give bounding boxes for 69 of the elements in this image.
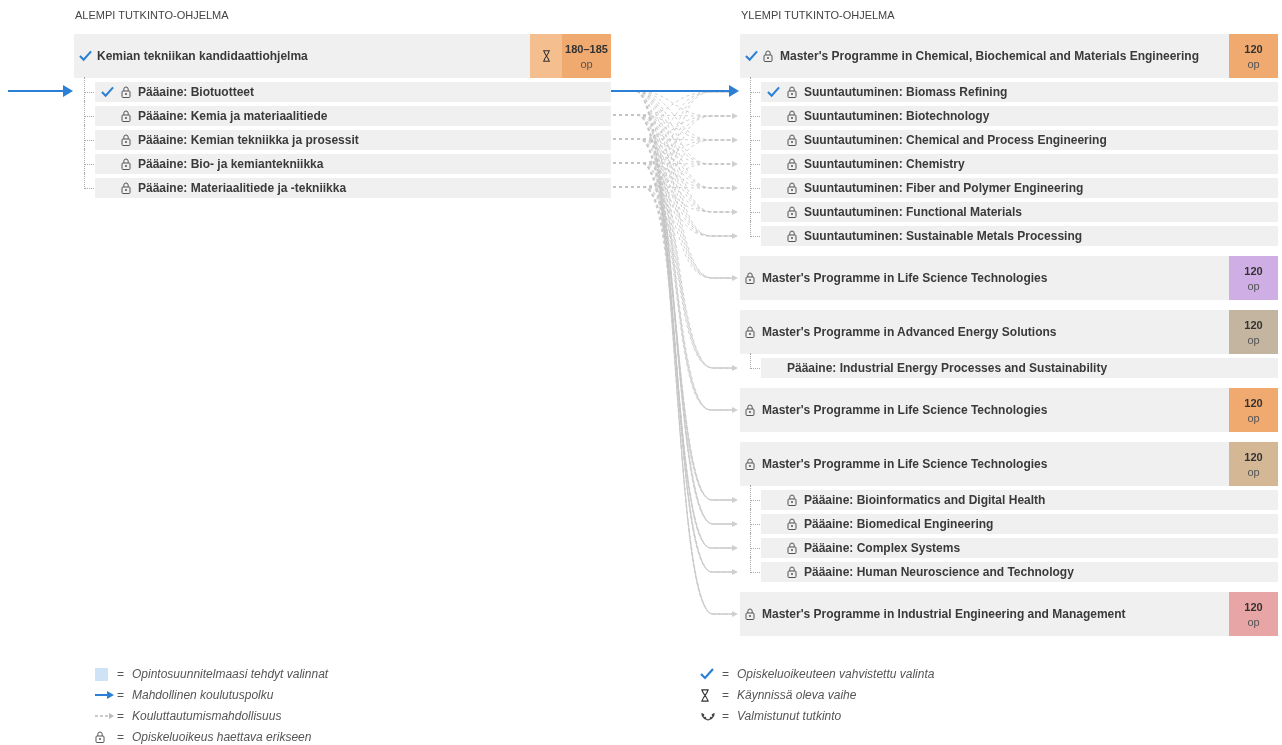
specialisation-label: Suuntautuminen: Chemical and Process Engineering: [804, 133, 1107, 147]
legend-text: Mahdollinen koulutuspolku: [132, 688, 274, 702]
specialisation-label: Suuntautuminen: Biotechnology: [804, 109, 990, 123]
credits-value: 120: [1244, 395, 1263, 411]
programme-header[interactable]: Master's Programme in Chemical, Biochemical and Materials Engineering 120 op: [740, 34, 1278, 78]
credits-value: 180–185: [565, 41, 608, 57]
programme-title: Master's Programme in Life Science Technologies: [762, 271, 1049, 285]
programme-header[interactable]: Master's Programme in Industrial Engineering and Management 120 op: [740, 592, 1278, 636]
major-label: Pääaine: Biotuotteet: [138, 85, 254, 99]
lock-icon: [95, 731, 105, 743]
path-arrow: [7, 85, 73, 97]
specialisation-label: Pääaine: Bioinformatics and Digital Health: [804, 493, 1046, 507]
specialisation-label: Suuntautuminen: Functional Materials: [804, 205, 1022, 219]
programme-header[interactable]: Master's Programme in Life Science Technologies 120 op: [740, 256, 1278, 300]
hourglass-icon: [541, 50, 551, 62]
specialisation-label: Pääaine: Human Neuroscience and Technology: [804, 565, 1074, 579]
credits-unit: op: [1247, 464, 1260, 479]
major-label: Pääaine: Kemia ja materiaalitiede: [138, 109, 328, 123]
equals-sign: =: [117, 709, 124, 723]
legend-text: Kouluttautumismahdollisuus: [132, 709, 282, 723]
arrow-icon: [95, 690, 115, 700]
credits-unit: op: [580, 56, 593, 71]
specialisation-label: Suuntautuminen: Sustainable Metals Processing: [804, 229, 1083, 243]
legend-text: Opintosuunnitelmaasi tehdyt valinnat: [132, 667, 329, 681]
equals-sign: =: [117, 688, 124, 702]
programme-title: Master's Programme in Advanced Energy Solutions: [762, 325, 1058, 339]
credits-unit: op: [1247, 614, 1260, 629]
specialisation-label: Pääaine: Complex Systems: [804, 541, 961, 555]
specialisation-label: Pääaine: Biomedical Engineering: [804, 517, 994, 531]
credits-value: 120: [1244, 41, 1263, 57]
major-label: Pääaine: Bio- ja kemiantekniikka: [138, 157, 324, 171]
specialisation-label: Suuntautuminen: Fiber and Polymer Engineering: [804, 181, 1084, 195]
programme-header[interactable]: Master's Programme in Life Science Technologies 120 op: [740, 388, 1278, 432]
dashed-arrow-icon: [95, 711, 115, 721]
hourglass-icon: [700, 688, 710, 702]
programme-header[interactable]: Kemian tekniikan kandidaattiohjelma 180–185 op: [74, 34, 611, 78]
specialisation-label: Suuntautuminen: Biomass Refining: [804, 85, 1008, 99]
equals-sign: =: [117, 730, 124, 744]
credits-unit: op: [1247, 278, 1260, 293]
credits-value: 120: [1244, 599, 1263, 615]
equals-sign: =: [722, 709, 729, 723]
major-label: Pääaine: Materiaalitiede ja -tekniikka: [138, 181, 347, 195]
equals-sign: =: [722, 688, 729, 702]
programme-title: Master's Programme in Life Science Technologies: [762, 457, 1049, 471]
specialisation-label: Suuntautuminen: Chemistry: [804, 157, 965, 171]
credits-value: 120: [1244, 449, 1263, 465]
credits-value: 120: [1244, 317, 1263, 333]
credits-value: 120: [1244, 263, 1263, 279]
programme-title: Kemian tekniikan kandidaattiohjelma: [97, 49, 309, 63]
specialisation-label: Pääaine: Industrial Energy Processes and Sustainability: [787, 361, 1108, 375]
equals-sign: =: [117, 667, 124, 681]
column-heading: ALEMPI TUTKINTO-OHJELMA: [74, 8, 229, 23]
major-label: Pääaine: Kemian tekniikka ja prosessit: [138, 133, 359, 147]
check-icon: [700, 668, 714, 680]
selection-swatch-icon: [95, 667, 108, 681]
legend-text: Opiskeluoikeus haettava erikseen: [132, 730, 312, 744]
equals-sign: =: [722, 667, 729, 681]
legend-text: Käynnissä oleva vaihe: [737, 688, 857, 702]
legend-text: Valmistunut tutkinto: [737, 709, 842, 723]
credits-unit: op: [1247, 410, 1260, 425]
programme-title: Master's Programme in Industrial Engineering and Management: [762, 607, 1127, 621]
column-heading: YLEMPI TUTKINTO-OHJELMA: [740, 8, 895, 23]
credits-unit: op: [1247, 332, 1260, 347]
credits-unit: op: [1247, 56, 1260, 71]
programme-header[interactable]: Master's Programme in Life Science Technologies 120 op: [740, 442, 1278, 486]
legend-text: Opiskeluoikeuteen vahvistettu valinta: [737, 667, 935, 681]
programme-header[interactable]: Master's Programme in Advanced Energy Solutions 120 op: [740, 310, 1278, 354]
programme-title: Master's Programme in Life Science Technologies: [762, 403, 1049, 417]
programme-title: Master's Programme in Chemical, Biochemical and Materials Engineering: [780, 49, 1200, 63]
